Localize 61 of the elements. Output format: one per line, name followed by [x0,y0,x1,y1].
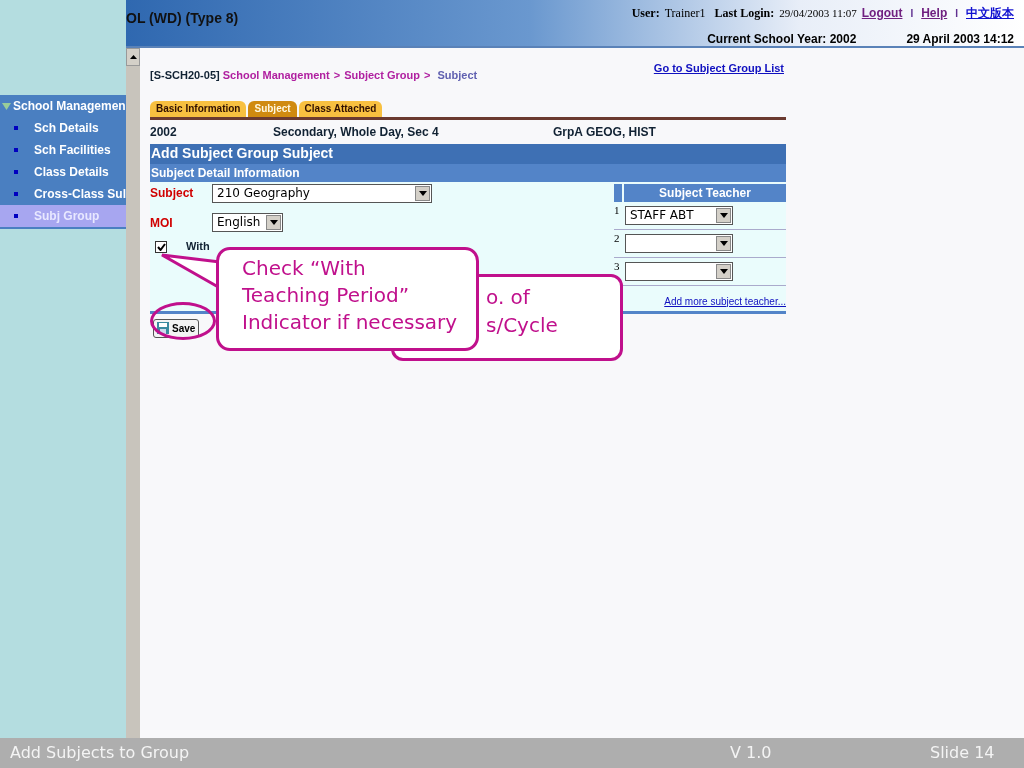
info-text: 2002 [150,123,178,141]
dropdown[interactable] [625,233,733,253]
callout-text: s/Cycle [486,312,559,339]
save-button[interactable]: Save [153,318,200,338]
slide-number: Slide 14 [930,742,995,764]
row-number: 1 [614,203,621,218]
school-year: Current School Year: 2002 [707,31,857,48]
scroll-up-icon[interactable] [126,48,140,66]
field-label: MOI [150,214,174,232]
breadcrumb-link[interactable]: Subject Group [344,69,420,81]
callout-text: Teaching Period” [242,282,411,309]
info-text: GrpA GEOG, HIST [553,123,656,141]
subject-group-list-link[interactable]: Go to Subject Group List [653,60,784,77]
callout-text: Check “With [242,255,367,282]
dropdown[interactable]: STAFF ABT [625,205,733,225]
checkbox[interactable] [155,240,167,253]
checkbox-label: With [186,240,210,252]
tab[interactable]: Class Attached [298,100,383,117]
callout-text: Indicator if necessary [242,309,459,336]
header-link[interactable]: Logout [861,4,903,22]
bullet-icon [14,126,18,130]
last-login-time: 29/04/2003 11:07 [779,5,857,21]
user-name: Trainer1 [664,5,706,22]
sidebar-title: School Managemen [13,98,126,115]
field-label: Subject [150,184,195,202]
header-title: OL (WD) (Type 8) [126,9,239,28]
bullet-icon [14,148,18,152]
slide-title: Add Subjects to Group [9,742,191,764]
bullet-icon [14,214,18,218]
header-link[interactable]: 中文版本 [966,4,1014,22]
breadcrumb-separator: > [423,69,431,81]
sidebar-heading[interactable]: School Managemen [0,95,126,117]
bullet-icon [14,170,18,174]
separator: I [955,6,958,21]
separator: I [910,6,914,21]
breadcrumb-current: Subject [437,69,478,81]
user-label: User: [631,5,660,22]
screen-code: [S-SCH20-05] [150,69,220,81]
row-number: 3 [614,259,621,274]
header-link[interactable]: Help [921,4,948,22]
row-number: 2 [614,231,621,246]
date-time: 29 April 2003 14:12 [906,31,1014,48]
info-text: Secondary, Whole Day, Sec 4 [273,123,440,141]
sidebar-item[interactable]: Class Details [0,161,126,183]
column-header: Subject Teacher [624,183,786,202]
last-login-label: Last Login: [714,5,775,22]
callout-text: o. of [486,284,532,311]
form-title: Add Subject Group Subject [150,143,786,164]
dropdown[interactable]: English [212,212,283,232]
dropdown[interactable] [625,261,733,281]
sidebar-item[interactable]: Sch Details [0,117,126,139]
tab[interactable]: Basic Information [150,100,247,117]
version-label: V 1.0 [730,742,773,764]
dropdown[interactable]: 210 Geography [212,183,432,203]
checkmark-icon [156,242,166,251]
add-teacher-link[interactable]: Add more subject teacher... [664,293,786,311]
breadcrumb-separator: > [333,69,341,81]
bullet-icon [14,192,18,196]
breadcrumb-link[interactable]: School Management [222,69,330,81]
sidebar-item[interactable]: Sch Facilities [0,139,126,161]
sidebar-item[interactable]: Cross-Class Sul [0,183,126,205]
